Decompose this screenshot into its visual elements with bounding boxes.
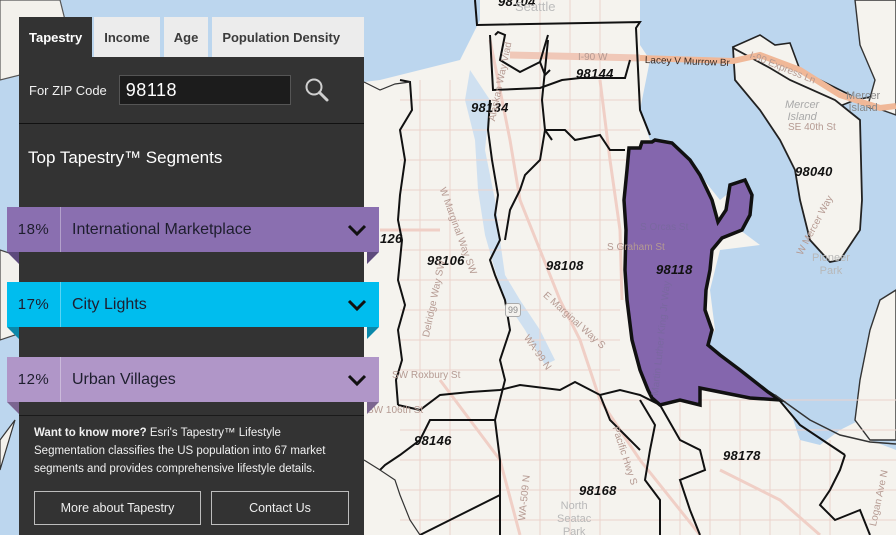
segment-name: City Lights bbox=[72, 295, 147, 313]
place-label-pioneer-park: Pioneer Park bbox=[812, 252, 850, 277]
segments-heading: Top Tapestry™ Segments bbox=[28, 148, 223, 167]
chevron-down-icon bbox=[347, 224, 367, 236]
more-info-buttons: More about Tapestry Contact Us bbox=[34, 491, 350, 525]
tab-population-density[interactable]: Population Density bbox=[212, 17, 364, 57]
road-label-i90-w: I-90 W bbox=[578, 52, 608, 63]
contact-us-button[interactable]: Contact Us bbox=[211, 491, 349, 525]
zip-label-98144: 98144 bbox=[576, 66, 614, 81]
zip-label-98146: 98146 bbox=[414, 433, 452, 448]
zip-label-98040: 98040 bbox=[795, 164, 833, 179]
expand-button[interactable] bbox=[335, 373, 379, 387]
tab-income[interactable]: Income bbox=[94, 17, 160, 57]
segment-name: Urban Villages bbox=[72, 370, 176, 388]
zip-input[interactable] bbox=[118, 75, 291, 105]
zip-label-98178: 98178 bbox=[723, 448, 761, 463]
chevron-down-icon bbox=[347, 299, 367, 311]
place-label-seattle: Seattle bbox=[515, 0, 556, 14]
zip-label-126: 126 bbox=[380, 231, 403, 246]
zip-label-98168: 98168 bbox=[579, 483, 617, 498]
place-label-mercer-island: Mercer Island bbox=[785, 99, 820, 123]
ribbon-fold-right bbox=[367, 402, 379, 414]
more-info-section: Want to know more? Esri's Tapestry™ Life… bbox=[19, 415, 364, 525]
road-label-s-graham: S Graham St bbox=[607, 242, 665, 253]
tab-age[interactable]: Age bbox=[163, 17, 209, 57]
demographics-panel: Tapestry Income Age Population Density F… bbox=[7, 17, 379, 535]
more-info-lead: Want to know more? bbox=[34, 427, 147, 439]
zip-label-98108: 98108 bbox=[546, 258, 584, 273]
more-about-tapestry-button[interactable]: More about Tapestry bbox=[34, 491, 201, 525]
segment-percent: 18% bbox=[7, 207, 61, 252]
search-button[interactable] bbox=[303, 76, 331, 104]
segment-city-lights[interactable]: 17% City Lights bbox=[7, 282, 379, 339]
road-label-sw-roxbury: SW Roxbury St bbox=[392, 370, 461, 381]
place-label-north-seatac-park: North Seatac Park bbox=[557, 500, 592, 535]
tab-bar: Tapestry Income Age Population Density bbox=[19, 17, 364, 57]
highway-shield-99: 99 bbox=[505, 303, 521, 317]
place-label-mercer-town: Mercer Island bbox=[846, 90, 881, 114]
segment-percent: 12% bbox=[7, 357, 61, 402]
ribbon-fold-right bbox=[367, 327, 379, 339]
road-label-s-orcas: S Orcas St bbox=[640, 222, 689, 233]
search-icon bbox=[305, 78, 329, 102]
segment-international-marketplace[interactable]: 18% International Marketplace bbox=[7, 207, 379, 264]
zip-search-row: For ZIP Code bbox=[19, 57, 364, 124]
zip-label-98118: 98118 bbox=[656, 262, 693, 277]
road-label-se40th: SE 40th St bbox=[788, 122, 836, 133]
segment-name: International Marketplace bbox=[72, 220, 252, 238]
expand-button[interactable] bbox=[335, 223, 379, 237]
ribbon-fold-left bbox=[7, 327, 19, 339]
zip-label: For ZIP Code bbox=[29, 82, 107, 98]
chevron-down-icon bbox=[347, 374, 367, 386]
tab-tapestry[interactable]: Tapestry bbox=[19, 17, 93, 57]
ribbon-fold-left bbox=[7, 402, 19, 414]
ribbon-fold-right bbox=[367, 252, 379, 264]
segment-percent: 17% bbox=[7, 282, 61, 327]
more-info-text: Want to know more? Esri's Tapestry™ Life… bbox=[34, 424, 350, 478]
ribbon-fold-left bbox=[7, 252, 19, 264]
segment-urban-villages[interactable]: 12% Urban Villages bbox=[7, 357, 379, 414]
i90-road bbox=[509, 51, 641, 62]
expand-button[interactable] bbox=[335, 298, 379, 312]
